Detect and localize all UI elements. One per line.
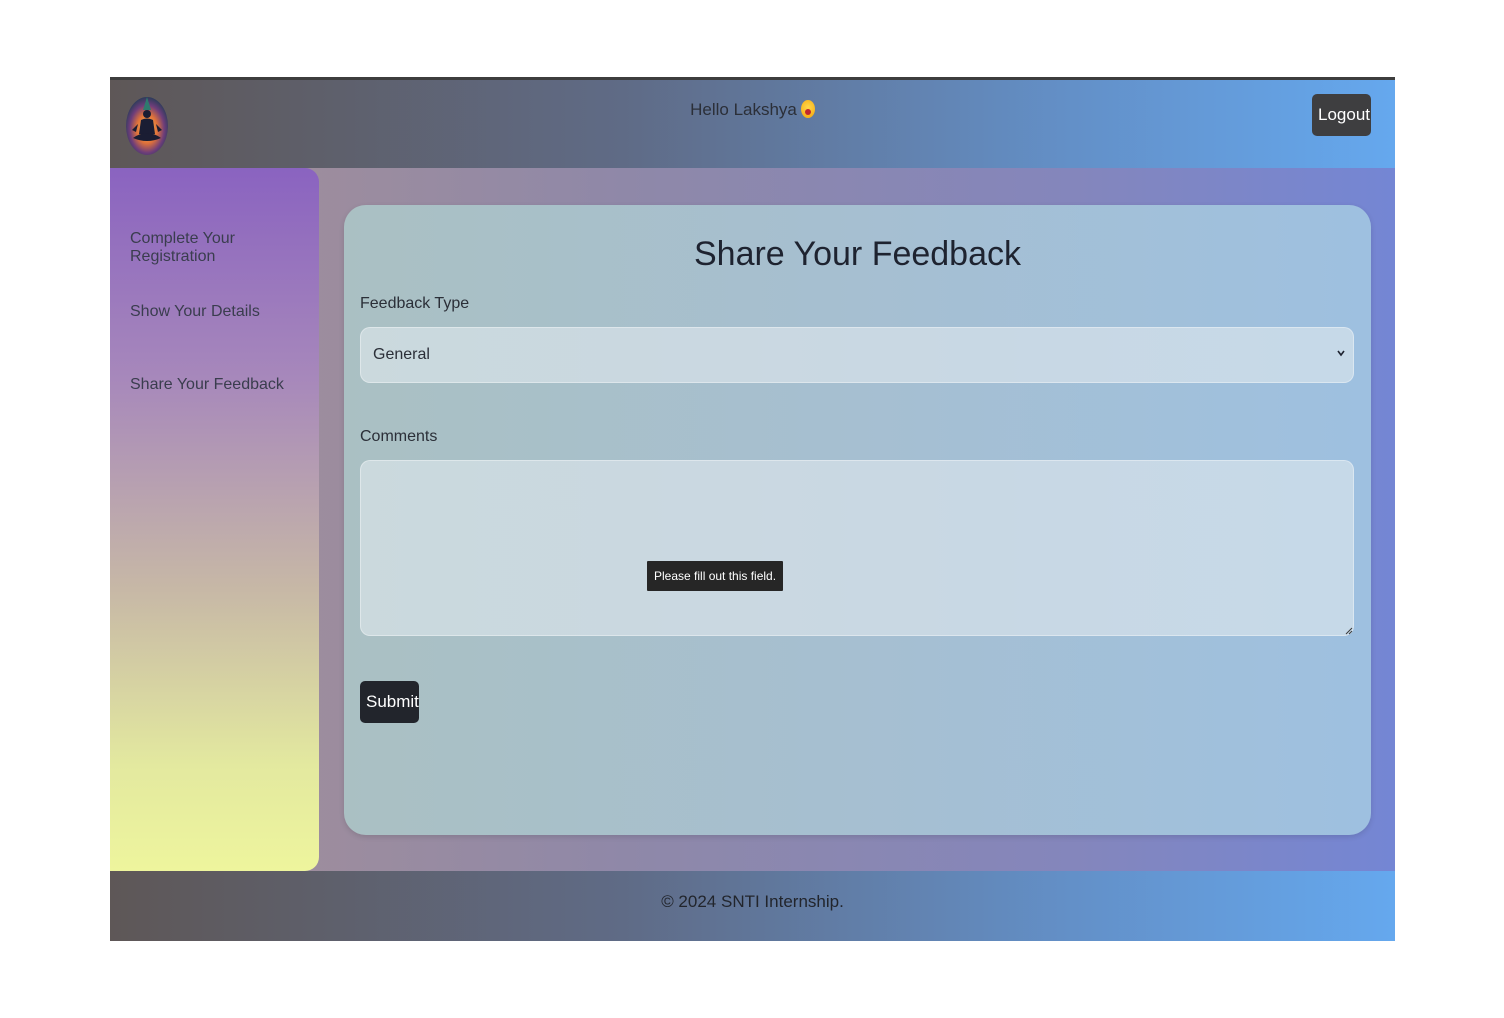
tongue-out-emoji-icon [800, 100, 815, 118]
main-content: Complete Your Registration Show Your Det… [110, 168, 1395, 871]
header-bar: Hello Lakshya Logout [110, 77, 1395, 168]
page-title: Share Your Feedback [693, 235, 1022, 273]
submit-button[interactable]: Submit [360, 681, 419, 723]
greeting-text: Hello Lakshya [110, 100, 1395, 120]
sidebar-item-complete-registration[interactable]: Complete Your Registration [130, 230, 319, 266]
feedback-type-label: Feedback Type [360, 295, 470, 312]
feedback-type-select[interactable]: General [360, 327, 1354, 383]
comments-label: Comments [360, 428, 438, 445]
resize-handle-icon[interactable] [1344, 626, 1353, 635]
greeting-label: Hello Lakshya [690, 100, 797, 119]
feedback-type-selected-value: General [373, 346, 430, 363]
footer-bar: © 2024 SNTI Internship. [110, 871, 1395, 941]
sidebar-item-show-details[interactable]: Show Your Details [130, 303, 260, 321]
sidebar-item-share-feedback[interactable]: Share Your Feedback [130, 376, 284, 394]
footer-copyright: © 2024 SNTI Internship. [661, 892, 844, 911]
comments-textarea[interactable] [360, 460, 1354, 636]
feedback-card: Share Your Feedback Feedback Type Genera… [344, 205, 1371, 835]
validation-tooltip: Please fill out this field. [647, 561, 784, 591]
chevron-down-icon [1337, 350, 1345, 357]
sidebar: Complete Your Registration Show Your Det… [110, 168, 319, 871]
app-window: Hello Lakshya Logout Complete Your Regis… [110, 77, 1395, 941]
logout-button[interactable]: Logout [1312, 94, 1371, 136]
